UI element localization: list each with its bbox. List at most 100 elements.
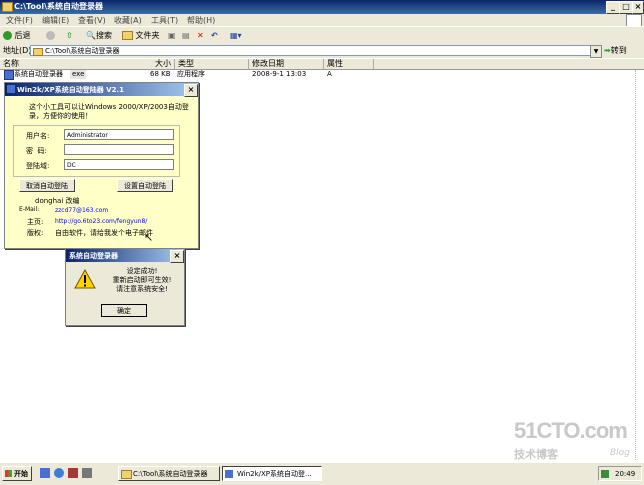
folders-button[interactable]: 文件夹: [122, 30, 160, 42]
menu-help[interactable]: 帮助(H): [187, 15, 215, 26]
file-name: 系统自动登录器: [14, 70, 63, 78]
network-icon[interactable]: [82, 468, 92, 478]
menu-bar: 文件(F) 编辑(E) 查看(V) 收藏(A) 工具(T) 帮助(H): [0, 14, 644, 27]
file-attr: A: [327, 70, 332, 78]
address-input[interactable]: C:\Tool\系统自动登录器: [30, 45, 596, 56]
file-size: 68 KB: [150, 70, 171, 78]
forward-arrow-icon: [46, 31, 55, 40]
tray-icon[interactable]: [601, 470, 609, 478]
windows-flag-icon: [5, 470, 12, 477]
menu-tools[interactable]: 工具(T): [151, 15, 178, 26]
menu-view[interactable]: 查看(V): [78, 15, 106, 26]
dialog-description: 这个小工具可以让Windows 2000/XP/2003自动登录，方便你的使用！: [29, 103, 189, 120]
window-title: C:\Tool\系统自动登录器: [14, 2, 104, 11]
file-date: 2008-9-1 13:03: [252, 70, 307, 78]
password-input[interactable]: [64, 144, 174, 155]
app-icon: [225, 470, 233, 478]
menu-favorites[interactable]: 收藏(A): [114, 15, 142, 26]
app-launcher-icon[interactable]: [68, 468, 78, 478]
homepage-link[interactable]: http://go.6to23.com/fengyun8/: [55, 218, 147, 225]
minimize-button[interactable]: _: [606, 1, 620, 14]
copyright-label: 版权:: [27, 229, 44, 237]
watermark-blog: Blog: [610, 448, 630, 458]
views-icon[interactable]: ▦▾: [230, 30, 242, 42]
folders-icon: [122, 31, 133, 40]
taskbar: 开始 C:\Tool\系统自动登录器 Win2k/XP系统自动登... 20:4…: [0, 462, 644, 485]
taskbar-item-label: C:\Tool\系统自动登录器: [133, 470, 208, 478]
maximize-button[interactable]: □: [619, 1, 633, 14]
toolbar: 后退 ⇧ 🔍搜索 文件夹 ▣ ▤ ✕ ↶ ▦▾: [0, 26, 644, 45]
address-label: 地址(D): [3, 46, 32, 55]
start-button[interactable]: 开始: [2, 466, 32, 481]
move-to-icon[interactable]: ▣: [168, 30, 176, 42]
folder-icon: [121, 470, 132, 479]
cancel-auto-login-button[interactable]: 取消自动登陆: [19, 179, 75, 192]
search-icon: 🔍: [86, 31, 96, 40]
watermark-sub: 技术博客: [514, 448, 558, 461]
ok-button[interactable]: 确定: [101, 304, 147, 317]
domain-input[interactable]: DC: [64, 159, 174, 170]
menu-edit[interactable]: 编辑(E): [42, 15, 69, 26]
dialog-title: Win2k/XP系统自动登陆器 V2.1: [17, 86, 124, 94]
copyright-text: 自由软件，请给我发个电子邮件: [55, 229, 153, 237]
column-size[interactable]: 大小: [120, 59, 175, 69]
password-label: 密 码:: [26, 147, 47, 155]
close-button[interactable]: ×: [184, 84, 198, 97]
taskbar-item-auto-login[interactable]: Win2k/XP系统自动登...: [222, 466, 322, 481]
show-desktop-icon[interactable]: [40, 468, 50, 478]
up-folder-icon[interactable]: ⇧: [66, 30, 73, 42]
watermark-brand: 51CTO.com: [514, 418, 628, 443]
folder-icon: [33, 48, 43, 56]
set-auto-login-button[interactable]: 设置自动登陆: [117, 179, 173, 192]
domain-label: 登陆域:: [26, 162, 50, 170]
clock: 20:49: [615, 470, 636, 478]
menu-file[interactable]: 文件(F): [6, 15, 33, 26]
email-link[interactable]: zzcd77@163.com: [55, 207, 108, 214]
email-label: E-Mail:: [19, 206, 40, 213]
go-button[interactable]: ➡转到: [604, 45, 627, 56]
message-text: 设定成功! 重新启动即可生效! 请注意系统安全!: [102, 267, 182, 294]
site-watermark: 51CTO.com 技术博客 Blog: [500, 418, 640, 462]
undo-icon[interactable]: ↶: [211, 30, 218, 42]
message-title-bar[interactable]: 系统自动登录器 ×: [66, 249, 184, 263]
file-type: 应用程序: [177, 70, 205, 78]
warning-icon: [74, 269, 96, 289]
column-attributes[interactable]: 属性: [324, 59, 374, 69]
message-line-1: 设定成功!: [126, 267, 158, 275]
credentials-group: 用户名: Administrator 密 码: 登陆域: DC: [13, 125, 180, 177]
back-label: 后退: [14, 31, 31, 40]
title-bar[interactable]: C:\Tool\系统自动登录器 _ □ ×: [0, 0, 644, 14]
column-modified[interactable]: 修改日期: [249, 59, 324, 69]
forward-button[interactable]: [46, 30, 55, 42]
address-value: C:\Tool\系统自动登录器: [45, 47, 120, 55]
taskbar-item-explorer[interactable]: C:\Tool\系统自动登录器: [118, 466, 220, 481]
address-dropdown-icon[interactable]: ▼: [590, 45, 602, 58]
message-line-2: 重新启动即可生效!: [112, 276, 172, 284]
system-tray: 20:49: [598, 466, 642, 481]
message-box: 系统自动登录器 × 设定成功! 重新启动即可生效! 请注意系统安全! 确定: [65, 248, 185, 326]
list-item[interactable]: 系统自动登录器 exe 68 KB 应用程序 2008-9-1 13:03 A: [0, 70, 644, 80]
taskbar-item-label: Win2k/XP系统自动登...: [237, 470, 312, 478]
username-input[interactable]: Administrator: [64, 129, 174, 140]
folder-icon: [2, 2, 13, 12]
copy-to-icon[interactable]: ▤: [182, 30, 190, 42]
close-button[interactable]: ×: [170, 250, 184, 263]
column-type[interactable]: 类型: [175, 59, 249, 69]
app-icon: [7, 85, 15, 93]
go-label: 转到: [610, 46, 627, 55]
browser-icon[interactable]: [54, 468, 64, 478]
close-button[interactable]: ×: [632, 1, 644, 14]
message-title: 系统自动登录器: [69, 252, 118, 260]
message-line-3: 请注意系统安全!: [116, 285, 168, 293]
dialog-title-bar[interactable]: Win2k/XP系统自动登陆器 V2.1 ×: [5, 83, 198, 97]
start-label: 开始: [14, 470, 28, 478]
address-bar: 地址(D) C:\Tool\系统自动登录器 ▼ ➡转到: [0, 44, 644, 58]
delete-icon[interactable]: ✕: [197, 30, 204, 42]
search-button[interactable]: 🔍搜索: [86, 30, 112, 42]
search-label: 搜索: [95, 31, 112, 40]
file-ext: exe: [70, 70, 87, 79]
divider: [635, 70, 638, 460]
folders-label: 文件夹: [135, 31, 160, 40]
back-button[interactable]: 后退: [3, 30, 31, 42]
author-text: donghai 改编: [35, 197, 80, 205]
